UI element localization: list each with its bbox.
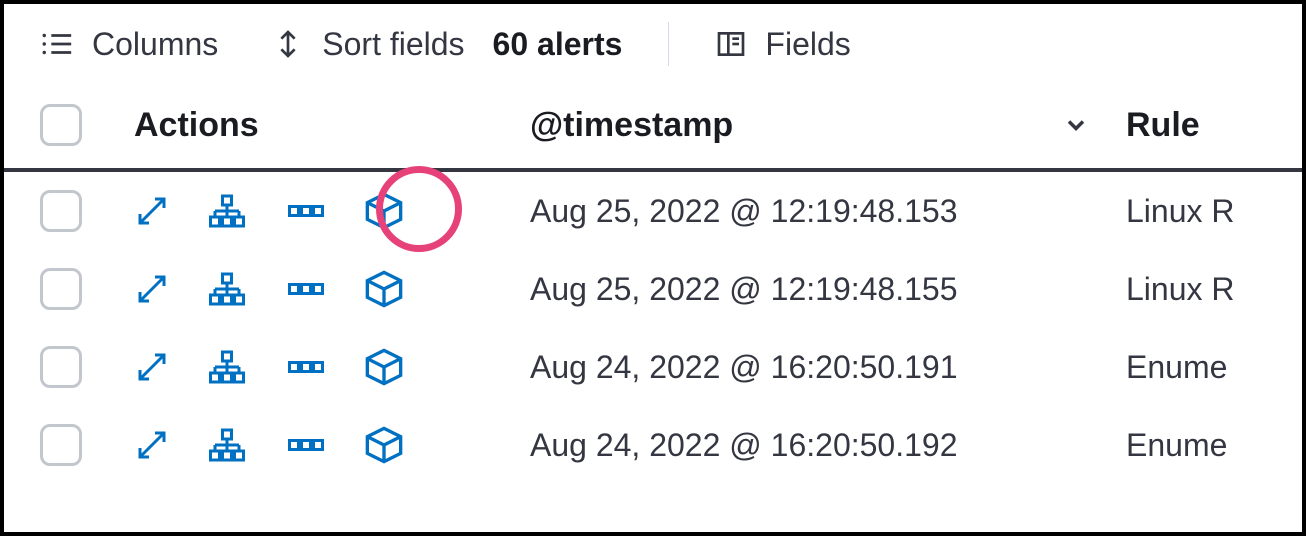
list-icon xyxy=(40,27,74,61)
table-row: Aug 25, 2022 @ 12:19:48.155 Linux R xyxy=(4,250,1302,328)
header-timestamp-label: @timestamp xyxy=(530,106,733,145)
more-squares-icon[interactable] xyxy=(284,427,328,463)
fields-label: Fields xyxy=(765,26,850,63)
columns-label: Columns xyxy=(92,26,218,63)
fields-panel-icon xyxy=(715,28,747,60)
timestamp-cell: Aug 24, 2022 @ 16:20:50.191 xyxy=(530,349,1090,386)
expand-icon[interactable] xyxy=(134,193,170,229)
sort-button[interactable]: Sort fields xyxy=(272,26,464,63)
rule-cell: Linux R xyxy=(1126,193,1235,230)
more-squares-icon[interactable] xyxy=(284,193,328,229)
alerts-count: 60 alerts xyxy=(493,26,623,63)
analyzer-tree-icon[interactable] xyxy=(206,427,248,463)
row-checkbox[interactable] xyxy=(40,424,82,466)
cube-icon[interactable] xyxy=(364,425,404,465)
expand-icon[interactable] xyxy=(134,349,170,385)
table-row: Aug 24, 2022 @ 16:20:50.191 Enume xyxy=(4,328,1302,406)
sort-arrows-icon xyxy=(272,28,304,60)
table-row: Aug 25, 2022 @ 12:19:48.153 Linux R xyxy=(4,172,1302,250)
expand-icon[interactable] xyxy=(134,271,170,307)
cube-icon[interactable] xyxy=(364,347,404,387)
header-actions: Actions xyxy=(134,106,494,145)
more-squares-icon[interactable] xyxy=(284,349,328,385)
sort-label: Sort fields xyxy=(322,26,464,63)
header-rule: Rule xyxy=(1126,106,1200,145)
actions-cell xyxy=(134,425,494,465)
select-all-checkbox[interactable] xyxy=(40,104,82,146)
timestamp-cell: Aug 25, 2022 @ 12:19:48.155 xyxy=(530,271,1090,308)
actions-cell xyxy=(134,191,494,231)
table-body: Aug 25, 2022 @ 12:19:48.153 Linux R xyxy=(4,172,1302,484)
expand-icon[interactable] xyxy=(134,427,170,463)
rule-cell: Enume xyxy=(1126,427,1227,464)
actions-cell xyxy=(134,269,494,309)
more-squares-icon[interactable] xyxy=(284,271,328,307)
fields-button[interactable]: Fields xyxy=(715,26,850,63)
toolbar: Columns Sort fields 60 alerts Fields xyxy=(4,4,1302,90)
actions-cell xyxy=(134,347,494,387)
timestamp-cell: Aug 24, 2022 @ 16:20:50.192 xyxy=(530,427,1090,464)
timestamp-cell: Aug 25, 2022 @ 12:19:48.153 xyxy=(530,193,1090,230)
columns-button[interactable]: Columns xyxy=(40,26,218,63)
row-checkbox[interactable] xyxy=(40,346,82,388)
analyzer-tree-icon[interactable] xyxy=(206,193,248,229)
analyzer-tree-icon[interactable] xyxy=(206,349,248,385)
cube-icon[interactable] xyxy=(364,269,404,309)
row-checkbox[interactable] xyxy=(40,268,82,310)
table-row: Aug 24, 2022 @ 16:20:50.192 Enume xyxy=(4,406,1302,484)
rule-cell: Linux R xyxy=(1126,271,1235,308)
cube-icon[interactable] xyxy=(364,191,404,231)
table-header: Actions @timestamp Rule xyxy=(4,90,1302,172)
analyzer-tree-icon[interactable] xyxy=(206,271,248,307)
toolbar-divider xyxy=(668,22,669,66)
header-timestamp[interactable]: @timestamp xyxy=(530,106,1090,145)
rule-cell: Enume xyxy=(1126,349,1227,386)
row-checkbox[interactable] xyxy=(40,190,82,232)
chevron-down-icon xyxy=(1062,111,1090,139)
